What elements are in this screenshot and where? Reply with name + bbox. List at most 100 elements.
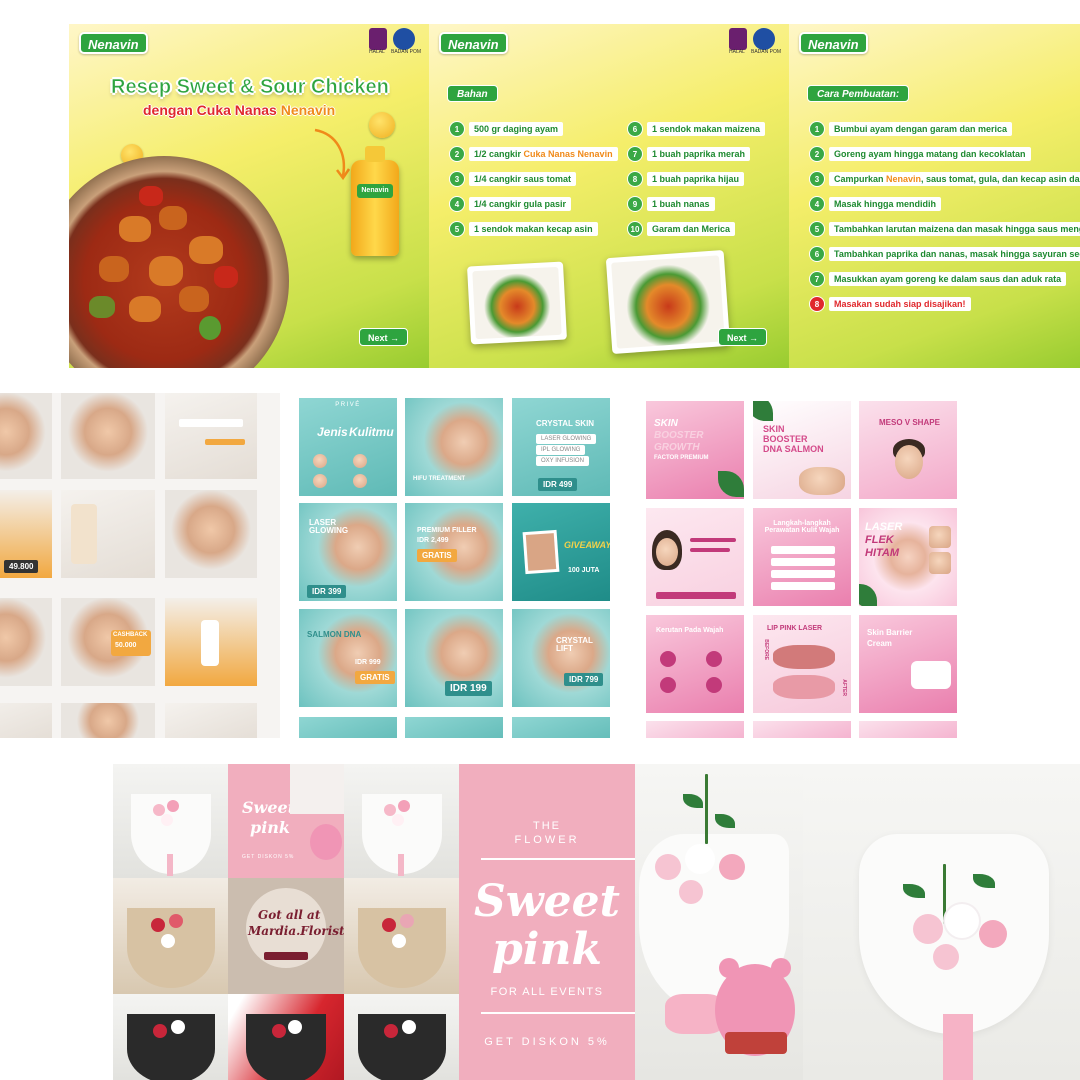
feed-tile[interactable]: MESO V SHAPE	[859, 401, 957, 499]
feed-tile[interactable]: 49.800	[0, 490, 52, 578]
feed-tile[interactable]: LASER FLEK HITAM	[859, 508, 957, 606]
certification-logos: HALAL BADAN POM	[369, 28, 429, 56]
bouquet-tile[interactable]	[113, 994, 228, 1080]
next-button[interactable]: Next →	[359, 328, 409, 346]
gratis-badge: GRATIS	[355, 671, 395, 684]
feed-tile[interactable]: IDR 199	[405, 609, 503, 707]
bouquet-tile[interactable]	[344, 878, 459, 994]
feed-tile[interactable]	[165, 598, 257, 686]
feed-tile[interactable]	[753, 721, 851, 738]
ingredient-item: 1 500 gr daging ayam	[449, 121, 564, 137]
tile-caption	[179, 419, 243, 427]
bouquet-teddy-photo	[635, 764, 803, 1080]
step-item: 5 Tambahkan larutan maizena dan masak hin…	[809, 221, 1080, 237]
feed-tile[interactable]: PREMIUM FILLER IDR 2,499 GRATIS	[405, 503, 503, 601]
recipe-subtitle: dengan Cuka Nanas Nenavin	[143, 102, 336, 118]
feed-tile[interactable]	[299, 717, 397, 738]
ingredient-item: 4 1/4 cangkir gula pasir	[449, 196, 572, 212]
feed-tile[interactable]	[0, 703, 52, 738]
promo-tile-mardia-florist[interactable]: Got all at Mardia.Florist	[228, 878, 344, 994]
nenavin-logo: Nenavin	[439, 32, 508, 54]
feed-tile[interactable]	[61, 490, 155, 578]
step-item: 2 Goreng ayam hingga matang dan kecoklata…	[809, 146, 1031, 162]
step-item: 1 Bumbui ayam dengan garam dan merica	[809, 121, 1013, 137]
bouquet-tile[interactable]	[113, 764, 228, 878]
feed-tile[interactable]	[0, 393, 52, 479]
skincare-feed-a: 49.800 CASHBACK 50.000	[0, 393, 280, 738]
bahan-label: Bahan	[447, 85, 498, 102]
feed-tile[interactable]: LIP PINK LASER BEFORE AFTER	[753, 615, 851, 713]
feed-tile[interactable]: CASHBACK 50.000	[61, 598, 155, 686]
ingredient-item: 10 Garam dan Merica	[627, 221, 736, 237]
feed-tile[interactable]	[646, 721, 744, 738]
curved-arrow-icon	[314, 128, 351, 181]
bouquet-tile[interactable]	[344, 994, 459, 1080]
feed-tile[interactable]: Skin Barrier Cream	[859, 615, 957, 713]
bouquet-tile[interactable]	[113, 878, 228, 994]
feed-tile[interactable]: SALMON DNA IDR 999 GRATIS	[299, 609, 397, 707]
feed-tile[interactable]: PRIVÉ Jenis Kulitmu	[299, 398, 397, 496]
dish-photo	[605, 250, 731, 354]
skincare-feed-b: PRIVÉ Jenis Kulitmu HIFU TREATMENT CRYST…	[294, 393, 622, 738]
feed-tile[interactable]: CRYSTAL SKIN LASER GLOWING IPL GLOWING O…	[512, 398, 610, 496]
next-button[interactable]: Next →	[718, 328, 768, 346]
promo-tile-sweet-pink[interactable]: Sweet pink GET DISKON 5%	[228, 764, 344, 878]
price-tag: IDR 199	[445, 681, 492, 696]
nenavin-logo: Nenavin	[799, 32, 868, 54]
ingredient-item: 61 sendok makan maizena	[627, 121, 766, 137]
feed-tile[interactable]: SKIN BOOSTER GROWTH FACTOR PREMIUM	[646, 401, 744, 499]
feed-tile[interactable]: HIFU TREATMENT	[405, 398, 503, 496]
cream-jar	[911, 661, 951, 689]
recipe-slide-cover: Nenavin HALAL BADAN POM Resep Sweet & So…	[69, 24, 429, 368]
skincare-feed-c: SKIN BOOSTER GROWTH FACTOR PREMIUM SKIN …	[643, 393, 963, 738]
ingredient-item: 3 1/4 cangkir saus tomat	[449, 171, 577, 187]
feed-tile[interactable]	[165, 490, 257, 578]
feed-tile[interactable]: SKIN BOOSTER DNA SALMON	[753, 401, 851, 499]
ingredient-item: 91 buah nanas	[627, 196, 715, 212]
feed-tile[interactable]: Kerutan Pada Wajah	[646, 615, 744, 713]
feed-tile[interactable]	[405, 717, 503, 738]
certification-logos: HALAL BADAN POM	[729, 28, 789, 56]
yum-emoji-icon	[369, 112, 395, 138]
feed-tile[interactable]	[646, 508, 744, 606]
ingredient-item: 71 buah paprika merah	[627, 146, 751, 162]
bpom-icon	[393, 28, 415, 50]
feed-tile[interactable]	[165, 393, 257, 479]
winner-photo	[522, 529, 560, 575]
step-item: 7 Masukkan ayam goreng ke dalam saus dan …	[809, 271, 1067, 287]
halal-icon	[729, 28, 747, 50]
step-item: 3 Campurkan Nenavin, saus tomat, gula, da…	[809, 171, 1080, 187]
feed-tile[interactable]: CRYSTAL LIFT IDR 799	[512, 609, 610, 707]
price-tag: IDR 799	[564, 673, 604, 686]
feed-tile[interactable]	[859, 721, 957, 738]
recipe-slide-cara: Nenavin Cara Pembuatan: 1 Bumbui ayam den…	[789, 24, 1080, 368]
price-tag: 49.800	[4, 560, 39, 573]
halal-label: HALAL	[369, 49, 385, 55]
bouquet-tile[interactable]	[228, 994, 344, 1080]
feed-tile[interactable]	[0, 598, 52, 686]
feed-tile[interactable]	[165, 703, 257, 738]
dish-photo	[467, 261, 567, 345]
bouquet-tile[interactable]	[344, 764, 459, 878]
sweet-pink-poster: THE FLOWER Sweet pink FOR ALL EVENTS GET…	[459, 764, 635, 1080]
ingredient-item: 2 1/2 cangkir Cuka Nanas Nenavin	[449, 146, 618, 162]
recipe-title: Resep Sweet & Sour Chicken	[111, 76, 389, 99]
feed-tile[interactable]: LASER GLOWING IDR 399	[299, 503, 397, 601]
white-bouquet-photo	[803, 764, 1080, 1080]
cara-label: Cara Pembuatan:	[807, 85, 910, 102]
ingredient-item: 51 sendok makan kecap asin	[449, 221, 598, 237]
feed-tile[interactable]	[61, 703, 155, 738]
nenavin-bottle: Nenavin	[351, 146, 399, 256]
feed-tile[interactable]: GIVEAWAY 100 JUTA	[512, 503, 610, 601]
nenavin-logo: Nenavin	[79, 32, 148, 54]
sweet-sour-chicken-plate	[69, 156, 289, 368]
feed-tile[interactable]	[61, 393, 155, 479]
bpom-icon	[753, 28, 775, 50]
feed-tile[interactable]: Langkah-langkah Perawatan Kulit Wajah	[753, 508, 851, 606]
halal-icon	[369, 28, 387, 50]
feed-tile[interactable]	[512, 717, 610, 738]
bpom-label: BADAN POM	[391, 49, 422, 55]
price-tag: IDR 399	[307, 585, 347, 598]
recipe-slide-bahan: Nenavin HALAL BADAN POM Bahan 1 500 gr da…	[429, 24, 789, 368]
gratis-badge: GRATIS	[417, 549, 457, 562]
